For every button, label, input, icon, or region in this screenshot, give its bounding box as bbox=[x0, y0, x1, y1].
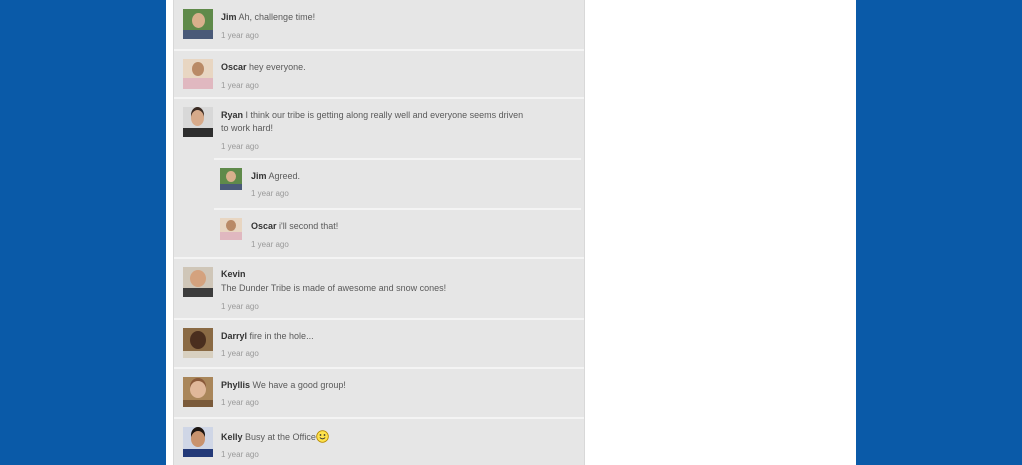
avatar-kelly[interactable] bbox=[183, 427, 213, 457]
comment-body: Agreed. bbox=[268, 171, 301, 181]
comment-kelly: Kelly Busy at the Office 1 year ago bbox=[174, 419, 584, 465]
author-name[interactable]: Oscar bbox=[251, 221, 277, 231]
timestamp[interactable]: 1 year ago bbox=[221, 398, 259, 407]
comment-body: Busy at the Office bbox=[245, 432, 316, 442]
comment-text: Phyllis We have a good group! bbox=[221, 379, 346, 392]
timestamp[interactable]: 1 year ago bbox=[221, 349, 259, 358]
timestamp[interactable]: 1 year ago bbox=[221, 142, 259, 151]
comment-kevin: Kevin The Dunder Tribe is made of awesom… bbox=[174, 259, 584, 320]
comment-oscar: Oscar hey everyone. 1 year ago bbox=[174, 51, 584, 99]
avatar-jim[interactable] bbox=[183, 9, 213, 39]
timestamp[interactable]: 1 year ago bbox=[221, 450, 259, 459]
timestamp[interactable]: 1 year ago bbox=[221, 302, 259, 311]
comment-body: fire in the hole... bbox=[249, 331, 314, 341]
comment-text: Jim Ah, challenge time! bbox=[221, 11, 315, 24]
page-content: Jim Ah, challenge time! 1 year ago Oscar… bbox=[166, 0, 856, 465]
timestamp[interactable]: 1 year ago bbox=[221, 31, 259, 40]
author-name[interactable]: Kelly bbox=[221, 432, 243, 442]
timestamp[interactable]: 1 year ago bbox=[251, 189, 289, 198]
timestamp[interactable]: 1 year ago bbox=[251, 240, 289, 249]
comment-text: Ryan I think our tribe is getting along … bbox=[221, 109, 523, 122]
comment-jim: Jim Ah, challenge time! 1 year ago bbox=[174, 0, 584, 51]
comment-text: Darryl fire in the hole... bbox=[221, 330, 314, 343]
comment-text: Kelly Busy at the Office bbox=[221, 430, 329, 447]
comment-feed: Jim Ah, challenge time! 1 year ago Oscar… bbox=[173, 0, 585, 465]
comment-text-continued: to work hard! bbox=[221, 123, 274, 133]
comment-ryan: Ryan I think our tribe is getting along … bbox=[174, 99, 584, 259]
avatar-phyllis[interactable] bbox=[183, 377, 213, 407]
reply-jim: Jim Agreed. 1 year ago bbox=[214, 158, 581, 208]
avatar-oscar[interactable] bbox=[183, 59, 213, 89]
author-name[interactable]: Jim bbox=[251, 171, 267, 181]
author-name[interactable]: Ryan bbox=[221, 110, 243, 120]
author-name[interactable]: Kevin bbox=[221, 269, 246, 279]
comment-text: Oscar hey everyone. bbox=[221, 61, 306, 74]
reply-oscar: Oscar i'll second that! 1 year ago bbox=[214, 208, 581, 259]
author-name[interactable]: Jim bbox=[221, 12, 237, 22]
avatar-jim[interactable] bbox=[220, 168, 242, 190]
comment-darryl: Darryl fire in the hole... 1 year ago bbox=[174, 320, 584, 369]
author-name[interactable]: Oscar bbox=[221, 62, 247, 72]
avatar-oscar[interactable] bbox=[220, 218, 242, 240]
comment-body: i'll second that! bbox=[279, 221, 339, 231]
comment-body: The Dunder Tribe is made of awesome and … bbox=[221, 283, 447, 293]
timestamp[interactable]: 1 year ago bbox=[221, 81, 259, 90]
comment-body: We have a good group! bbox=[252, 380, 346, 390]
author-name[interactable]: Darryl bbox=[221, 331, 247, 341]
avatar-ryan[interactable] bbox=[183, 107, 213, 137]
comment-body: hey everyone. bbox=[249, 62, 306, 72]
avatar-kevin[interactable] bbox=[183, 267, 213, 297]
reply-text: Oscar i'll second that! bbox=[251, 220, 338, 233]
comment-phyllis: Phyllis We have a good group! 1 year ago bbox=[174, 369, 584, 419]
comment-body: Ah, challenge time! bbox=[238, 12, 316, 22]
author-name[interactable]: Phyllis bbox=[221, 380, 250, 390]
reply-text: Jim Agreed. bbox=[251, 170, 300, 183]
author-line: Kevin bbox=[221, 268, 246, 281]
comment-body: I think our tribe is getting along reall… bbox=[245, 110, 524, 120]
avatar-darryl[interactable] bbox=[183, 328, 213, 358]
smiley-icon bbox=[316, 430, 329, 447]
